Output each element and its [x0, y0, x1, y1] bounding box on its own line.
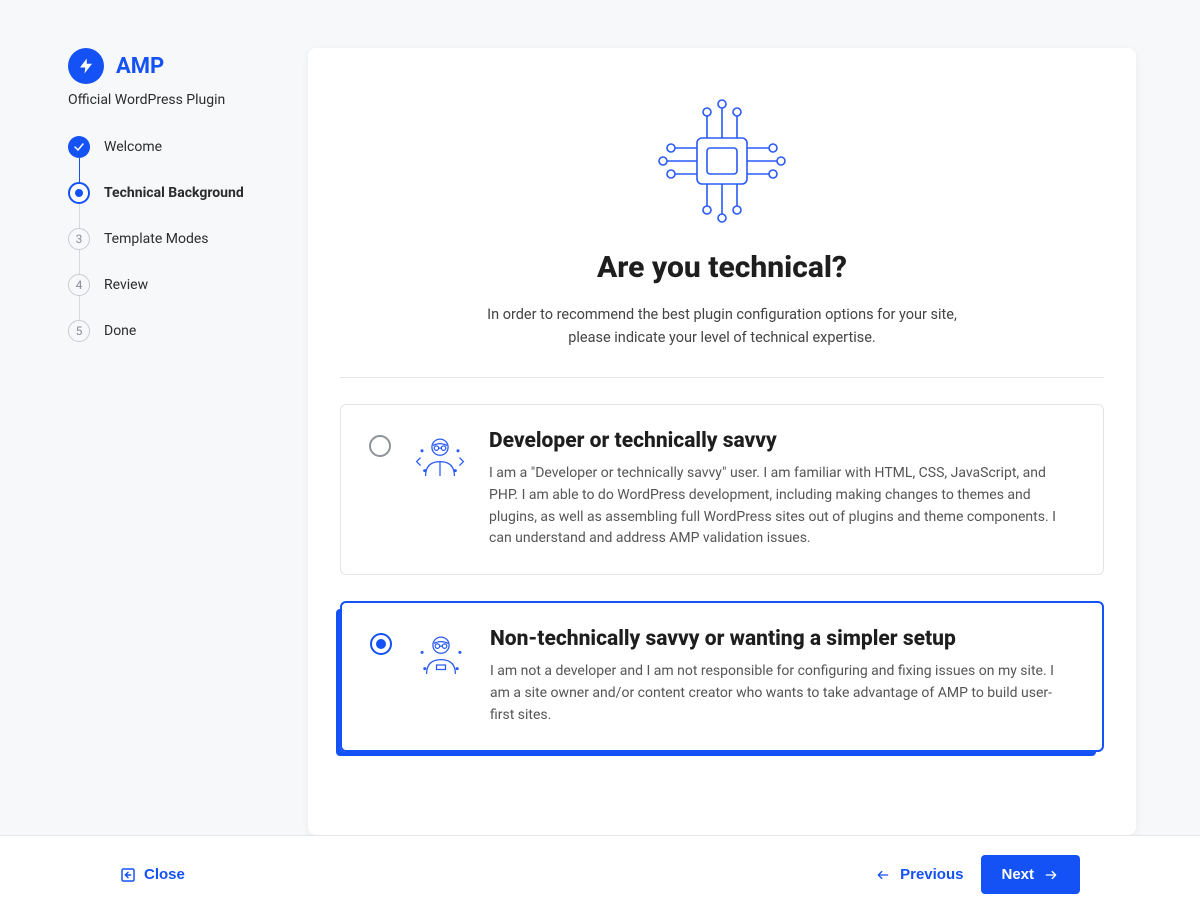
wizard-sidebar: AMP Official WordPress Plugin Welcome Te… — [68, 48, 268, 835]
brand-subtitle: Official WordPress Plugin — [68, 92, 268, 108]
step-label: Done — [104, 323, 136, 339]
close-label: Close — [144, 866, 185, 883]
step-connector — [79, 158, 80, 182]
option-description: I am not a developer and I am not respon… — [490, 661, 1074, 726]
wizard-footer: Close Previous Next — [0, 835, 1200, 913]
step-label: Welcome — [104, 139, 162, 155]
page-intro: In order to recommend the best plugin co… — [340, 303, 1104, 349]
step-connector — [79, 250, 80, 274]
amp-logo-icon — [68, 48, 104, 84]
radio-icon — [370, 633, 392, 655]
step-connector — [79, 204, 80, 228]
step-done[interactable]: 5 Done — [68, 320, 268, 342]
next-button[interactable]: Next — [981, 855, 1080, 894]
footer-nav: Previous Next — [874, 855, 1080, 894]
option-developer[interactable]: Developer or technically savvy I am a "D… — [340, 404, 1104, 575]
step-number-icon: 4 — [68, 274, 90, 296]
wizard-panel: Are you technical? In order to recommend… — [308, 48, 1136, 835]
option-content: Non-technically savvy or wanting a simpl… — [490, 627, 1074, 726]
dot-icon — [68, 182, 90, 204]
wizard-steps: Welcome Technical Background 3 Template … — [68, 136, 268, 342]
step-review[interactable]: 4 Review — [68, 274, 268, 296]
step-technical-background[interactable]: Technical Background — [68, 182, 268, 204]
divider — [340, 377, 1104, 378]
check-icon — [68, 136, 90, 158]
step-template-modes[interactable]: 3 Template Modes — [68, 228, 268, 250]
brand-row: AMP — [68, 48, 268, 84]
step-welcome[interactable]: Welcome — [68, 136, 268, 158]
page-heading: Are you technical? — [340, 250, 1104, 285]
developer-icon — [413, 431, 467, 489]
radio-icon — [369, 435, 391, 457]
next-label: Next — [1001, 866, 1034, 883]
option-title: Non-technically savvy or wanting a simpl… — [490, 627, 1074, 651]
previous-label: Previous — [900, 866, 963, 883]
previous-button[interactable]: Previous — [874, 866, 963, 883]
close-icon — [120, 867, 136, 883]
option-title: Developer or technically savvy — [489, 429, 1075, 453]
step-connector — [79, 296, 80, 320]
step-number-icon: 5 — [68, 320, 90, 342]
option-content: Developer or technically savvy I am a "D… — [489, 429, 1075, 550]
arrow-left-icon — [874, 868, 892, 882]
close-button[interactable]: Close — [120, 866, 185, 883]
non-technical-icon — [414, 629, 468, 687]
arrow-right-icon — [1042, 868, 1060, 882]
step-label: Review — [104, 277, 148, 293]
chip-icon — [647, 96, 797, 226]
step-number-icon: 3 — [68, 228, 90, 250]
option-non-technical[interactable]: Non-technically savvy or wanting a simpl… — [340, 601, 1104, 752]
brand-name: AMP — [116, 54, 164, 79]
step-label: Technical Background — [104, 185, 244, 201]
step-label: Template Modes — [104, 231, 209, 247]
option-description: I am a "Developer or technically savvy" … — [489, 463, 1075, 550]
